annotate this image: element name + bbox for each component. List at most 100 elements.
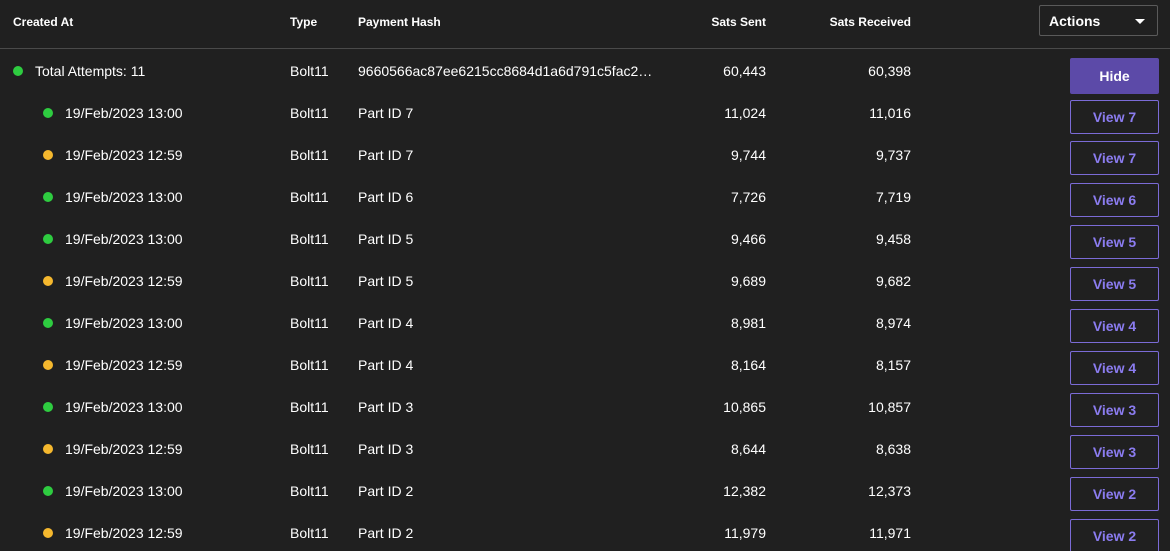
chevron-down-icon bbox=[1135, 19, 1145, 24]
sats-sent: 11,979 bbox=[724, 525, 766, 541]
actions-dropdown-label: Actions bbox=[1049, 13, 1101, 29]
payment-type: Bolt11 bbox=[290, 231, 329, 247]
payment-type: Bolt11 bbox=[290, 63, 329, 79]
sats-sent: 8,164 bbox=[730, 357, 766, 373]
table-row: 19/Feb/2023 12:59 Bolt11 Part ID 7 9,744 9,7… bbox=[0, 134, 1170, 176]
payment-type: Bolt11 bbox=[290, 399, 329, 415]
view-button[interactable]: View 7 bbox=[1070, 100, 1159, 134]
part-id: Part ID 5 bbox=[358, 231, 414, 247]
status-dot-icon bbox=[43, 108, 53, 118]
part-id: Part ID 2 bbox=[358, 525, 414, 541]
view-button[interactable]: View 3 bbox=[1070, 393, 1159, 427]
sats-received: 10,857 bbox=[868, 399, 911, 415]
created-at: 19/Feb/2023 13:00 bbox=[65, 189, 183, 205]
sats-sent: 9,744 bbox=[730, 147, 766, 163]
part-id: Part ID 3 bbox=[358, 441, 414, 457]
view-button[interactable]: View 4 bbox=[1070, 309, 1159, 343]
view-button[interactable]: View 3 bbox=[1070, 435, 1159, 469]
table-row: 19/Feb/2023 12:59 Bolt11 Part ID 3 8,644 8,6… bbox=[0, 428, 1170, 470]
created-at: 19/Feb/2023 13:00 bbox=[65, 399, 183, 415]
part-id: Part ID 4 bbox=[358, 315, 414, 331]
view-button[interactable]: View 7 bbox=[1070, 141, 1159, 175]
status-dot-icon bbox=[43, 318, 53, 328]
sats-sent: 8,981 bbox=[730, 315, 766, 331]
payment-type: Bolt11 bbox=[290, 315, 329, 331]
sats-sent: 7,726 bbox=[730, 189, 766, 205]
created-at: 19/Feb/2023 13:00 bbox=[65, 483, 183, 499]
status-dot-icon bbox=[43, 276, 53, 286]
column-header-sats-received[interactable]: Sats Received bbox=[830, 14, 911, 30]
payment-type: Bolt11 bbox=[290, 273, 329, 289]
sats-sent: 10,865 bbox=[723, 399, 766, 415]
sats-received: 9,737 bbox=[875, 147, 911, 163]
status-dot-icon bbox=[43, 444, 53, 454]
sats-sent: 60,443 bbox=[723, 63, 766, 79]
created-at: 19/Feb/2023 12:59 bbox=[65, 525, 183, 541]
total-attempts: Total Attempts: 11 bbox=[35, 63, 146, 79]
sats-received: 7,719 bbox=[875, 189, 911, 205]
part-id: Part ID 7 bbox=[358, 147, 414, 163]
actions-dropdown[interactable]: Actions bbox=[1039, 5, 1158, 36]
column-header-type[interactable]: Type bbox=[290, 14, 317, 30]
sats-received: 8,974 bbox=[875, 315, 911, 331]
sats-received: 8,157 bbox=[875, 357, 911, 373]
sats-sent: 12,382 bbox=[723, 483, 766, 499]
created-at: 19/Feb/2023 12:59 bbox=[65, 441, 183, 457]
view-button[interactable]: View 2 bbox=[1070, 477, 1159, 511]
payment-type: Bolt11 bbox=[290, 441, 329, 457]
column-header-created-at[interactable]: Created At bbox=[13, 14, 73, 30]
part-id: Part ID 7 bbox=[358, 105, 414, 121]
status-dot-icon bbox=[43, 402, 53, 412]
part-id: Part ID 4 bbox=[358, 357, 414, 373]
summary-row: Total Attempts: 11 Bolt11 9660566ac87ee6… bbox=[0, 50, 1170, 94]
table-row: 19/Feb/2023 12:59 Bolt11 Part ID 2 11,979 11… bbox=[0, 512, 1170, 551]
table-row: 19/Feb/2023 13:00 Bolt11 Part ID 5 9,466 9,4… bbox=[0, 218, 1170, 260]
table-row: 19/Feb/2023 13:00 Bolt11 Part ID 2 12,382 12… bbox=[0, 470, 1170, 512]
payment-type: Bolt11 bbox=[290, 189, 329, 205]
created-at: 19/Feb/2023 12:59 bbox=[65, 357, 183, 373]
sats-received: 8,638 bbox=[875, 441, 911, 457]
column-header-payment-hash[interactable]: Payment Hash bbox=[358, 14, 441, 30]
sats-received: 12,373 bbox=[868, 483, 911, 499]
table-row: 19/Feb/2023 13:00 Bolt11 Part ID 3 10,865 10… bbox=[0, 386, 1170, 428]
hide-button[interactable]: Hide bbox=[1070, 58, 1159, 94]
status-dot-icon bbox=[43, 150, 53, 160]
payment-type: Bolt11 bbox=[290, 105, 329, 121]
sats-received: 9,682 bbox=[875, 273, 911, 289]
sats-received: 60,398 bbox=[868, 63, 911, 79]
sats-sent: 11,024 bbox=[724, 105, 766, 121]
created-at: 19/Feb/2023 13:00 bbox=[65, 105, 183, 121]
part-id: Part ID 2 bbox=[358, 483, 414, 499]
sats-received: 11,971 bbox=[869, 525, 911, 541]
payment-type: Bolt11 bbox=[290, 147, 329, 163]
view-button[interactable]: View 2 bbox=[1070, 519, 1159, 551]
table-row: 19/Feb/2023 12:59 Bolt11 Part ID 5 9,689 9,6… bbox=[0, 260, 1170, 302]
view-button[interactable]: View 4 bbox=[1070, 351, 1159, 385]
payment-type: Bolt11 bbox=[290, 525, 329, 541]
view-button[interactable]: View 5 bbox=[1070, 267, 1159, 301]
payment-type: Bolt11 bbox=[290, 483, 329, 499]
status-dot-icon bbox=[43, 234, 53, 244]
sats-received: 11,016 bbox=[869, 105, 911, 121]
table-row: 19/Feb/2023 13:00 Bolt11 Part ID 7 11,024 11… bbox=[0, 92, 1170, 134]
status-dot-icon bbox=[43, 528, 53, 538]
sats-sent: 9,689 bbox=[730, 273, 766, 289]
created-at: 19/Feb/2023 12:59 bbox=[65, 273, 183, 289]
payment-hash: 9660566ac87ee6215cc8684d1a6d791c5fac2… bbox=[358, 63, 653, 79]
table-header: Created At Type Payment Hash Sats Sent S… bbox=[0, 0, 1170, 49]
status-dot-icon bbox=[43, 360, 53, 370]
part-id: Part ID 6 bbox=[358, 189, 414, 205]
payment-type: Bolt11 bbox=[290, 357, 329, 373]
view-button[interactable]: View 5 bbox=[1070, 225, 1159, 259]
created-at: 19/Feb/2023 13:00 bbox=[65, 315, 183, 331]
table-row: 19/Feb/2023 12:59 Bolt11 Part ID 4 8,164 8,1… bbox=[0, 344, 1170, 386]
payment-attempts-table: Created At Type Payment Hash Sats Sent S… bbox=[0, 0, 1170, 551]
view-button[interactable]: View 6 bbox=[1070, 183, 1159, 217]
part-id: Part ID 3 bbox=[358, 399, 414, 415]
sats-received: 9,458 bbox=[875, 231, 911, 247]
column-header-sats-sent[interactable]: Sats Sent bbox=[711, 14, 766, 30]
part-id: Part ID 5 bbox=[358, 273, 414, 289]
created-at: 19/Feb/2023 12:59 bbox=[65, 147, 183, 163]
table-row: 19/Feb/2023 13:00 Bolt11 Part ID 4 8,981 8,9… bbox=[0, 302, 1170, 344]
sats-sent: 8,644 bbox=[730, 441, 766, 457]
